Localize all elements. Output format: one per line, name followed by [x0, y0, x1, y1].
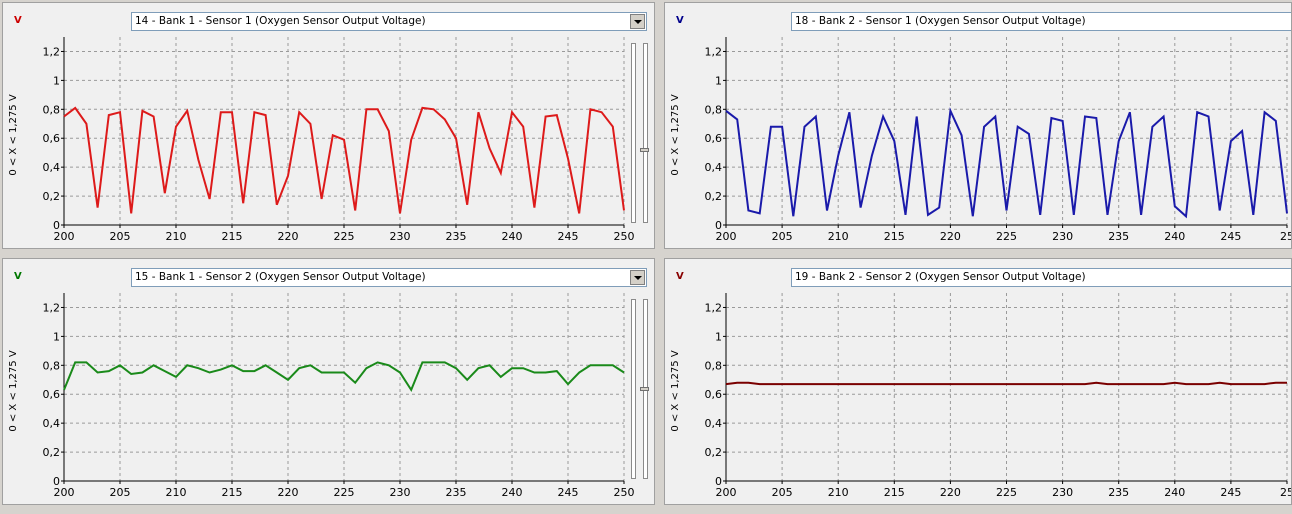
y-tick-label: 0,4 — [43, 161, 61, 174]
chart: 200 205 210 215 220 225 230 235 240 245 25000,20,4… — [8, 293, 635, 499]
x-tick-label: 220 — [278, 486, 299, 499]
x-tick-label: 205 — [772, 230, 793, 243]
y-tick-label: 1 — [53, 330, 60, 343]
panel-bank2-sensor2: V 19 - Bank 2 - Sensor 2 (Oxygen Sensor … — [664, 258, 1292, 505]
plot-area — [64, 293, 624, 481]
slider-thumb[interactable] — [640, 148, 649, 152]
chart: 2002052102152202252302352402452500,20,40… — [670, 293, 1292, 499]
x-tick-label: 225 — [334, 486, 355, 499]
y-tick-label: 0,2 — [705, 190, 723, 203]
y-tick-label: 0,2 — [705, 446, 723, 459]
y-tick-label: 0,2 — [43, 446, 61, 459]
x-tick-label: 240 — [1164, 486, 1185, 499]
y-tick-label: 0,4 — [43, 417, 61, 430]
x-tick-label: 235 — [1108, 486, 1129, 499]
x-tick-label: 225 — [334, 230, 355, 243]
x-tick-label: 220 — [940, 230, 961, 243]
y-tick-label: 1,2 — [705, 301, 723, 314]
y-tick-label: 0,6 — [43, 388, 61, 401]
x-tick-label: 210 — [828, 486, 849, 499]
x-tick-label: 205 — [110, 230, 131, 243]
y-axis-label: 0 < X < 1,275 V — [8, 350, 19, 431]
x-tick-label: 245 — [1220, 230, 1241, 243]
chart: 2002052102152202252302352402452500,20,40… — [670, 37, 1292, 243]
y-tick-label: 0,6 — [705, 388, 723, 401]
y-tick-label: 0,8 — [705, 359, 723, 372]
x-tick-label: 245 — [1220, 486, 1241, 499]
panel-bank1-sensor1: V 14 - Bank 1 - Sensor 1 (Oxygen Sensor … — [2, 2, 655, 249]
y-tick-label: 0,2 — [43, 190, 61, 203]
plot-area — [726, 37, 1287, 225]
x-tick-label: 235 — [446, 230, 467, 243]
x-tick-label: 240 — [502, 486, 523, 499]
x-tick-label: 210 — [166, 486, 187, 499]
x-tick-label: 210 — [828, 230, 849, 243]
x-tick-label: 230 — [1052, 230, 1073, 243]
x-tick-label: 250 — [614, 486, 635, 499]
y-tick-label: 0,6 — [43, 132, 61, 145]
x-tick-label: 25 — [1280, 486, 1292, 499]
x-tick-label: 225 — [996, 230, 1017, 243]
x-tick-label: 220 — [278, 230, 299, 243]
y-tick-label: 1 — [715, 330, 722, 343]
x-tick-label: 215 — [884, 486, 905, 499]
y-axis-label: 0 < X < 1,275 V — [670, 350, 681, 431]
range-slider-right[interactable] — [643, 43, 648, 223]
y-axis-label: 0 < X < 1,275 V — [8, 94, 19, 175]
x-tick-label: 240 — [502, 230, 523, 243]
x-tick-label: 215 — [222, 486, 243, 499]
x-tick-label: 205 — [110, 486, 131, 499]
y-tick-label: 0,8 — [705, 103, 723, 116]
plot-area — [726, 293, 1287, 481]
x-tick-label: 230 — [1052, 486, 1073, 499]
x-tick-label: 215 — [222, 230, 243, 243]
y-tick-label: 0 — [53, 219, 60, 232]
y-tick-label: 1,2 — [705, 45, 723, 58]
y-tick-label: 1,2 — [43, 301, 61, 314]
y-tick-label: 1 — [53, 74, 60, 87]
x-tick-label: 240 — [1164, 230, 1185, 243]
x-tick-label: 210 — [166, 230, 187, 243]
y-tick-label: 0 — [53, 475, 60, 488]
y-tick-label: 0,4 — [705, 417, 723, 430]
plot-area — [64, 37, 624, 225]
x-tick-label: 215 — [884, 230, 905, 243]
y-tick-label: 1,2 — [43, 45, 61, 58]
range-slider-left[interactable] — [631, 43, 636, 223]
x-tick-label: 235 — [446, 486, 467, 499]
x-tick-label: 250 — [614, 230, 635, 243]
x-tick-label: 245 — [558, 230, 579, 243]
x-tick-label: 205 — [772, 486, 793, 499]
x-tick-label: 230 — [390, 486, 411, 499]
x-tick-label: 245 — [558, 486, 579, 499]
panel-bank1-sensor2: V 15 - Bank 1 - Sensor 2 (Oxygen Sensor … — [2, 258, 655, 505]
x-tick-label: 235 — [1108, 230, 1129, 243]
x-tick-label: 220 — [940, 486, 961, 499]
y-tick-label: 0,4 — [705, 161, 723, 174]
y-tick-label: 0 — [715, 219, 722, 232]
x-tick-label: 25 — [1280, 230, 1292, 243]
panel-bank2-sensor1: V 18 - Bank 2 - Sensor 1 (Oxygen Sensor … — [664, 2, 1292, 249]
range-slider-left[interactable] — [631, 299, 636, 479]
y-tick-label: 0,8 — [43, 359, 61, 372]
y-tick-label: 0 — [715, 475, 722, 488]
y-tick-label: 0,8 — [43, 103, 61, 116]
y-tick-label: 0,6 — [705, 132, 723, 145]
y-tick-label: 1 — [715, 74, 722, 87]
chart: 200 205 210 215 220 225 230 235 240 245 25000,20,4… — [8, 37, 635, 243]
x-tick-label: 230 — [390, 230, 411, 243]
slider-thumb[interactable] — [640, 387, 649, 391]
y-axis-label: 0 < X < 1,275 V — [670, 94, 681, 175]
x-tick-label: 225 — [996, 486, 1017, 499]
